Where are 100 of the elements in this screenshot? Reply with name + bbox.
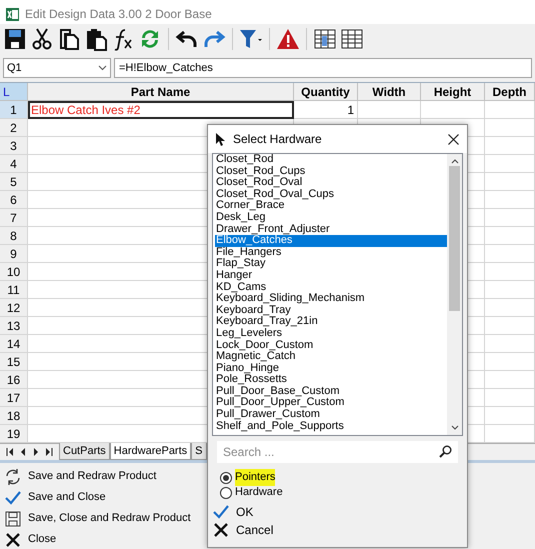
table-cell[interactable] <box>485 155 535 173</box>
list-item[interactable]: Keyboard_Sliding_Mechanism <box>215 293 447 305</box>
list-item[interactable]: Closet_Rod_Oval_Cups <box>215 188 447 200</box>
table-cell[interactable] <box>485 371 535 389</box>
list-item[interactable]: Pole_Rossetts <box>215 374 447 386</box>
list-item[interactable]: Shelf_and_Pole_Supports <box>215 420 447 432</box>
table-cell[interactable] <box>485 281 535 299</box>
formula-field[interactable]: =H!Elbow_Catches <box>114 58 532 78</box>
refresh-icon <box>4 468 22 486</box>
sheet-tab[interactable]: HardwareParts <box>110 443 192 460</box>
checkmark-icon <box>4 488 22 506</box>
table-cell[interactable] <box>485 299 535 317</box>
table-cell[interactable] <box>485 407 535 425</box>
checkmark-icon <box>213 504 229 520</box>
cancel-button[interactable]: Cancel <box>213 521 274 539</box>
list-item[interactable]: Pull_Door_Base_Custom <box>215 386 447 398</box>
sheet-tab[interactable]: S <box>191 443 206 460</box>
row-header: 12 <box>0 299 28 317</box>
cell-reference-dropdown[interactable]: Q1 <box>3 58 111 78</box>
next-icon[interactable] <box>32 446 40 456</box>
table-cell[interactable] <box>485 245 535 263</box>
table-cell[interactable]: 1 <box>294 101 358 119</box>
table-cell[interactable] <box>485 101 535 119</box>
list-item[interactable]: Closet_Rod <box>215 154 447 166</box>
list-item[interactable]: Lock_Door_Custom <box>215 340 447 352</box>
list-item[interactable]: Leg_Levelers <box>215 328 447 340</box>
table-cell[interactable] <box>485 227 535 245</box>
action-button[interactable]: Save and Redraw Product <box>4 466 156 487</box>
list-item[interactable]: Flap_Stay <box>215 258 447 270</box>
save-icon[interactable] <box>3 27 27 51</box>
table-cell[interactable] <box>485 173 535 191</box>
row-header: 9 <box>0 245 28 263</box>
row-header: 19 <box>0 425 28 443</box>
row-header: 18 <box>0 407 28 425</box>
last-icon[interactable] <box>45 446 53 456</box>
row-header: 17 <box>0 389 28 407</box>
list-item[interactable]: Magnetic_Catch <box>215 351 447 363</box>
radio-label[interactable]: Pointers <box>235 469 276 486</box>
list-item[interactable]: Pull_Drawer_Custom <box>215 409 447 421</box>
list-item[interactable]: Elbow_Catches <box>215 235 447 247</box>
table-cell[interactable] <box>485 335 535 353</box>
paste-icon[interactable] <box>84 27 108 51</box>
radio-button[interactable] <box>220 472 232 484</box>
row-header: 7 <box>0 209 28 227</box>
table-icon[interactable] <box>340 27 364 51</box>
first-icon[interactable] <box>6 446 14 456</box>
table-cell[interactable] <box>485 317 535 335</box>
row-header: 11 <box>0 281 28 299</box>
list-item[interactable]: File_Hangers <box>215 246 447 258</box>
row-header: 15 <box>0 353 28 371</box>
row-header: 5 <box>0 173 28 191</box>
cut-icon[interactable] <box>30 27 54 51</box>
cancel-icon <box>213 522 229 538</box>
column-header: Width <box>358 83 421 101</box>
radio-label[interactable]: Hardware <box>235 484 283 501</box>
table-cell[interactable] <box>485 353 535 371</box>
list-item[interactable]: Closet_Rod_Cups <box>215 166 447 178</box>
search-field[interactable]: Search ... <box>217 441 458 463</box>
scrollbar[interactable] <box>447 154 462 435</box>
list-item[interactable]: Desk_Leg <box>215 212 447 224</box>
table-cell[interactable] <box>485 209 535 227</box>
sheet-tab[interactable]: CutParts <box>59 443 110 460</box>
ok-button[interactable]: OK <box>213 503 254 521</box>
action-button[interactable]: Close <box>4 529 56 549</box>
list-item[interactable]: Closet_Rod_Oval <box>215 177 447 189</box>
warning-icon[interactable] <box>276 27 300 51</box>
table-cell[interactable] <box>485 389 535 407</box>
filter-icon[interactable] <box>239 27 263 51</box>
list-item[interactable]: Drawer_Front_Adjuster <box>215 224 447 236</box>
table-cell[interactable] <box>421 101 485 119</box>
scroll-up-icon[interactable] <box>450 158 458 164</box>
row-header: 8 <box>0 227 28 245</box>
list-item[interactable]: Hanger <box>215 270 447 282</box>
table-cell[interactable] <box>485 191 535 209</box>
column-header: Height <box>421 83 485 101</box>
save-icon <box>4 510 22 528</box>
grid-icon[interactable] <box>313 27 337 51</box>
list-item[interactable]: KD_Cams <box>215 282 447 294</box>
row-header: 14 <box>0 335 28 353</box>
table-cell[interactable] <box>485 263 535 281</box>
list-item[interactable]: Keyboard_Tray <box>215 304 447 316</box>
list-item[interactable]: Corner_Brace <box>215 200 447 212</box>
scroll-down-icon[interactable] <box>450 425 458 431</box>
table-cell[interactable]: Elbow Catch Ives #2 <box>28 101 294 119</box>
table-cell[interactable] <box>485 137 535 155</box>
table-cell[interactable] <box>485 119 535 137</box>
copy-icon[interactable] <box>57 27 81 51</box>
row-header: 6 <box>0 191 28 209</box>
table-cell[interactable] <box>358 101 421 119</box>
list-item[interactable]: Pull_Door_Upper_Custom <box>215 397 447 410</box>
row-header: 16 <box>0 371 28 389</box>
search-icon[interactable] <box>439 445 452 458</box>
previous-icon[interactable] <box>19 446 27 456</box>
action-button[interactable]: Save, Close and Redraw Product <box>4 508 191 529</box>
list-item[interactable]: Piano_Hinge <box>215 362 447 374</box>
list-item[interactable]: Keyboard_Tray_21in <box>215 316 447 328</box>
action-button[interactable]: Save and Close <box>4 487 106 508</box>
radio-button[interactable] <box>220 486 232 498</box>
column-header: Part Name <box>28 83 294 101</box>
row-header: 4 <box>0 155 28 173</box>
